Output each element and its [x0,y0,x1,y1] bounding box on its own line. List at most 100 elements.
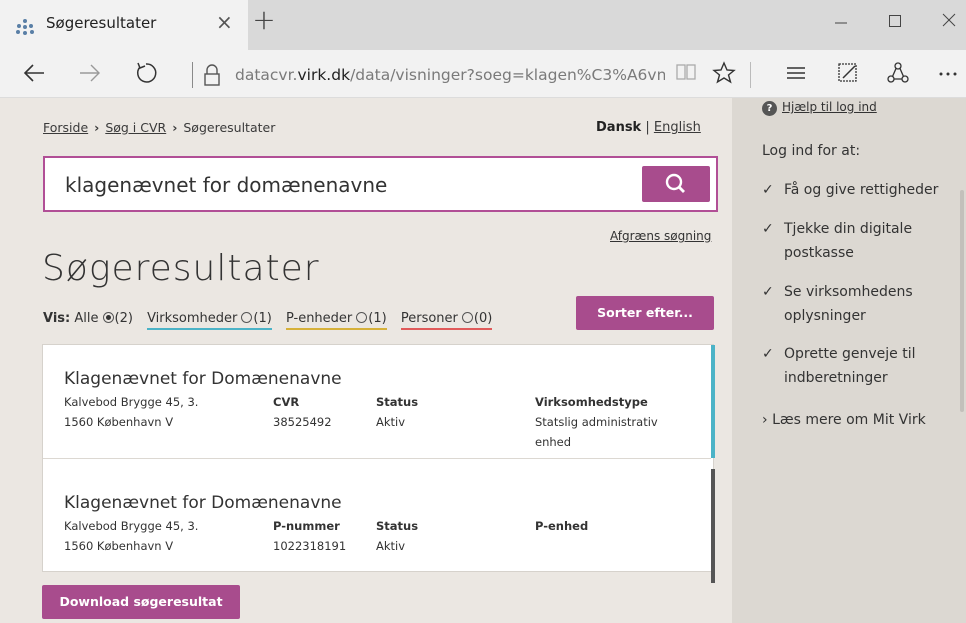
result-filter: Vis: Alle (2) Virksomheder (1) P-enheder (1… [43,311,493,330]
hub-icon[interactable] [782,61,810,89]
feature-item: ✓ Se virksomhedens oplysninger [762,280,952,328]
radio-icon[interactable] [356,312,368,323]
language-switch: Dansk | English [596,120,701,135]
result-card[interactable]: Klagenævnet for Domænenavne Kalvebod Bry… [43,345,715,459]
url-field[interactable]: datacvr.virk.dk/data/visninger?soeg=klag… [235,64,665,86]
refine-search-link[interactable]: Afgræns søgning [610,229,711,243]
feature-text: Oprette genveje til indberetninger [784,346,916,386]
read-more-label: Læs mere om Mit Virk [772,412,926,428]
new-tab-icon[interactable]: + [252,6,276,34]
language-english-link[interactable]: English [654,120,701,135]
url-domain: virk.dk [297,66,351,84]
maximize-icon[interactable] [880,10,910,34]
filter-personer-label: Personer [400,311,458,326]
filter-personer[interactable]: Personer (0) [400,311,493,330]
result-card[interactable]: Klagenævnet for Domænenavne Kalvebod Bry… [43,469,715,583]
search-icon [665,173,685,193]
feature-item: ✓ Tjekke din digitale postkasse [762,217,952,265]
share-icon[interactable] [884,61,912,89]
checkmark-icon: ✓ [762,182,774,198]
filter-virksomheder-label: Virksomheder [147,311,238,326]
mit-virk-panel: ? Hjælp til log ind Log ind for at: ✓ Få o… [732,98,966,623]
type-value-line-2: enhed [535,435,572,449]
radio-selected-icon[interactable] [102,312,114,323]
breadcrumb: Forside › Søg i CVR › Søgeresultater [43,120,275,135]
download-results-button[interactable]: Download søgeresultat [42,585,240,619]
pnummer-label: P-nummer [273,519,340,533]
language-separator: | [645,120,650,135]
url-divider [192,62,193,88]
help-question-icon: ? [762,101,777,116]
filter-penheder-count: (1) [368,311,387,326]
result-status: Status Aktiv [376,392,418,432]
tab-bar: Søgeresultater × + [0,0,966,50]
result-name[interactable]: Klagenævnet for Domænenavne [64,493,342,513]
radio-icon[interactable] [461,312,473,323]
filter-virksomheder[interactable]: Virksomheder (1) [147,311,272,330]
forward-icon[interactable] [76,61,104,87]
radio-icon[interactable] [241,312,253,323]
cvr-value: 38525492 [273,415,332,429]
feature-item: ✓ Oprette genveje til indberetninger [762,342,952,390]
web-note-icon[interactable] [834,61,862,89]
result-address: Kalvebod Brygge 45, 3. 1560 København V [64,392,198,432]
filter-all-label: Alle [74,311,99,326]
status-value: Aktiv [376,415,406,429]
login-help-link[interactable]: Hjælp til log ind [782,100,877,114]
minimize-icon[interactable] [826,10,856,34]
url-prefix: datacvr. [235,66,298,84]
filter-virksomheder-count: (1) [253,311,272,326]
result-name[interactable]: Klagenævnet for Domænenavne [64,369,342,389]
tab-title: Søgeresultater [46,14,157,32]
scrollbar[interactable] [960,190,964,412]
language-active: Dansk [596,120,642,135]
more-icon[interactable] [934,61,962,89]
login-help[interactable]: ? Hjælp til log ind [762,100,877,116]
filter-penheder[interactable]: P-enheder (1) [285,311,387,330]
back-icon[interactable] [20,61,48,87]
search-button[interactable] [642,166,710,202]
favorite-star-icon[interactable] [710,61,738,89]
status-value: Aktiv [376,539,406,553]
feature-text: Se virksomhedens oplysninger [784,284,913,324]
refresh-icon[interactable] [132,61,160,87]
read-more-link[interactable]: › Læs mere om Mit Virk [762,412,926,428]
filter-all[interactable]: Alle (2) [74,311,133,326]
url-path: /data/visninger?soeg=klagen%C3%A6vnet%2 [350,66,665,84]
site-favicon-icon [16,19,34,35]
page-title: Søgeresultater [42,248,320,289]
filter-personer-count: (0) [473,311,493,326]
cvr-label: CVR [273,395,300,409]
filter-penheder-label: P-enheder [285,311,353,326]
filter-label: Vis: [43,311,71,326]
result-accent-bar [711,345,715,458]
browser-tab[interactable]: Søgeresultater × [0,0,248,50]
search-input[interactable]: klagenævnet for domænenavne [65,173,387,197]
result-status: Status Aktiv [376,516,418,556]
checkmark-icon: ✓ [762,346,774,362]
feature-text: Få og give rettigheder [784,182,939,198]
breadcrumb-search-link[interactable]: Søg i CVR [105,120,166,135]
filter-all-count: (2) [114,311,133,326]
close-window-icon[interactable] [934,10,964,34]
tab-close-icon[interactable]: × [216,10,233,34]
breadcrumb-current: Søgeresultater [183,120,276,135]
breadcrumb-chevron-icon: › [172,120,178,135]
checkmark-icon: ✓ [762,221,774,237]
result-cvr: CVR 38525492 [273,392,332,432]
feature-text: Tjekke din digitale postkasse [784,221,913,261]
sort-button[interactable]: Sorter efter... [576,296,714,330]
type-value-line-1: Statslig administrativ [535,415,658,429]
reading-view-icon[interactable] [672,61,700,89]
toolbar-divider [750,62,751,88]
breadcrumb-home-link[interactable]: Forside [43,120,88,135]
lock-icon[interactable] [203,63,221,87]
breadcrumb-chevron-icon: › [94,120,100,135]
checkmark-icon: ✓ [762,284,774,300]
pnummer-value: 1022318191 [273,539,347,553]
chevron-right-icon: › [762,412,768,428]
result-type: P-enhed [535,516,588,536]
type-label: P-enhed [535,519,589,533]
address-line-2: 1560 København V [64,415,174,429]
search-box[interactable]: klagenævnet for domænenavne [43,156,718,212]
